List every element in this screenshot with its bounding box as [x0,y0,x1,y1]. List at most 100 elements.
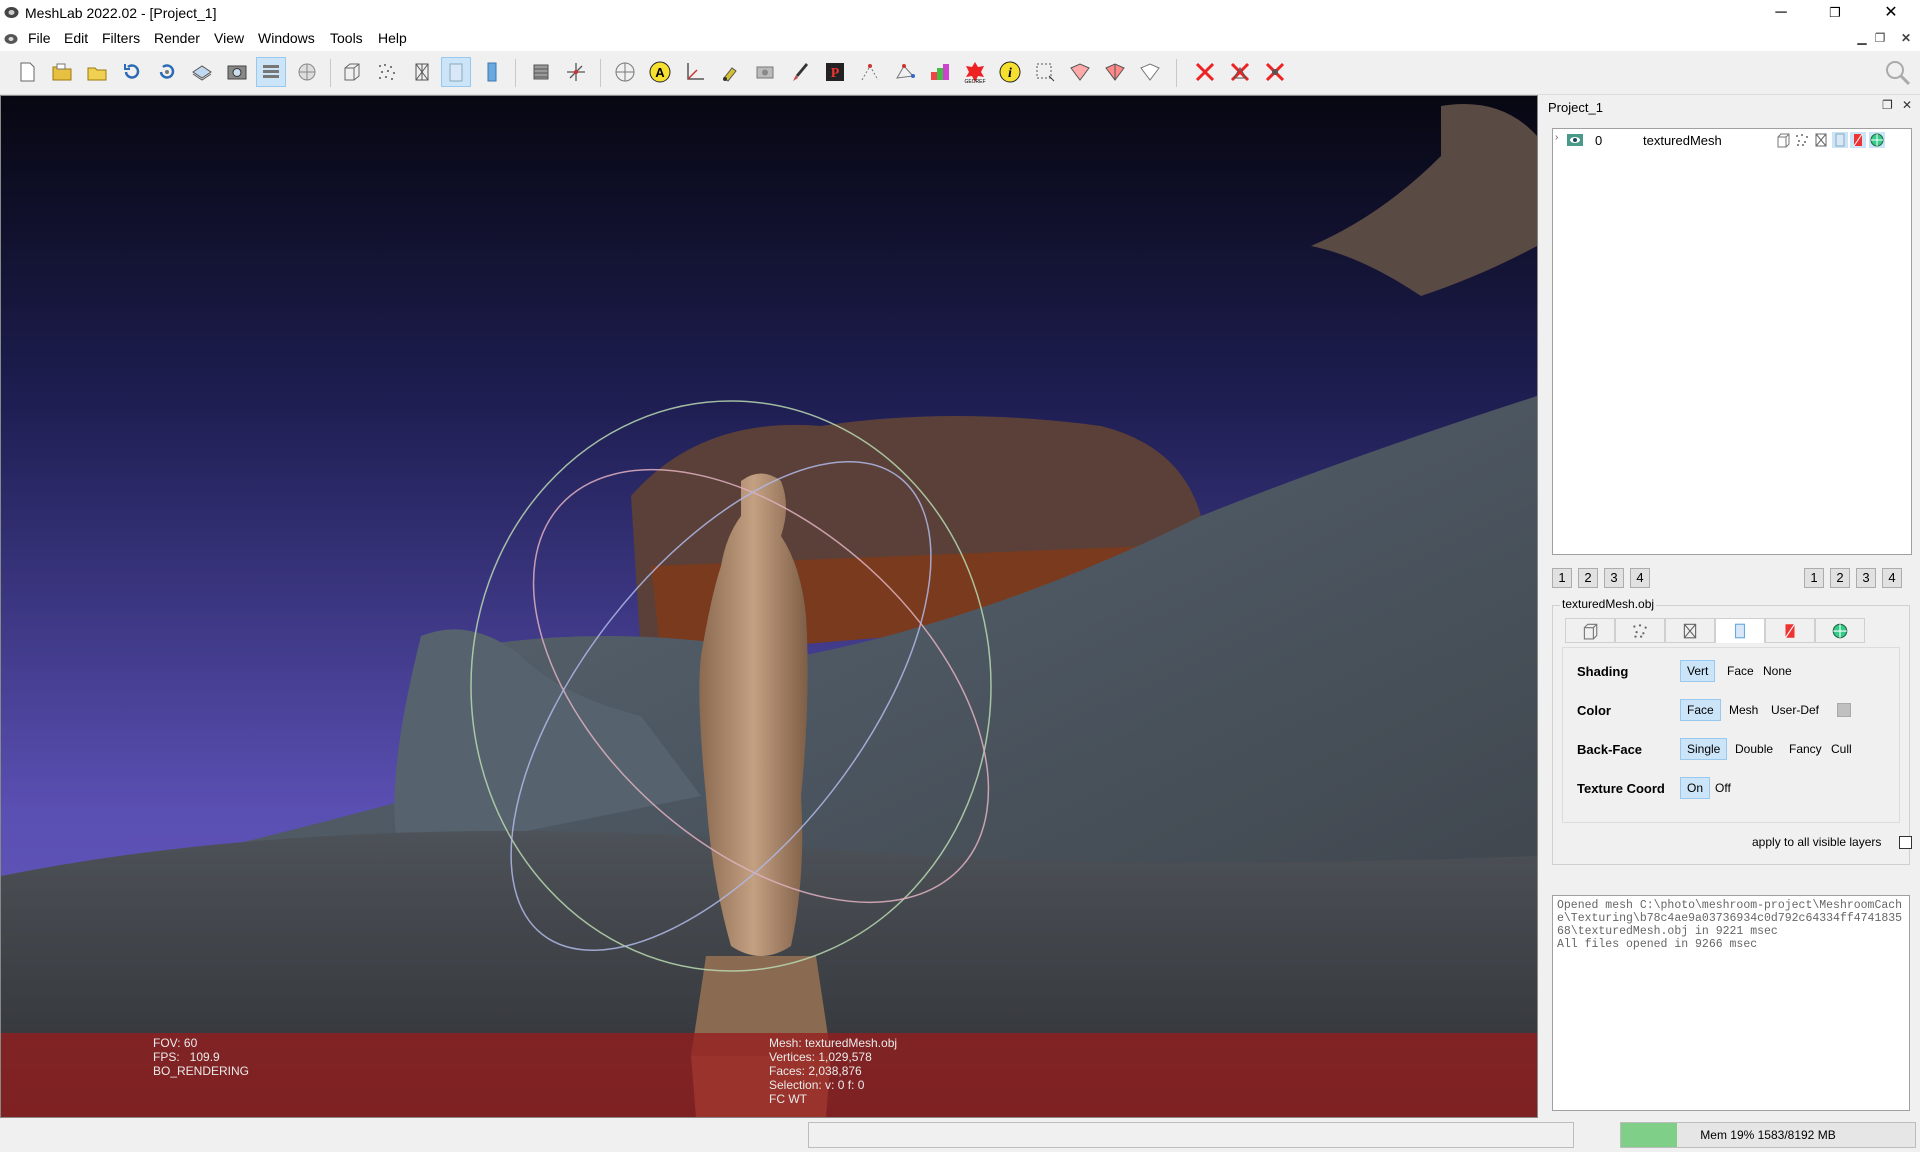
snapshot-icon[interactable] [222,57,252,87]
delete-selection-icon[interactable] [1260,57,1290,87]
texcoord-off-option[interactable]: Off [1709,778,1737,798]
layer-points-icon[interactable] [1794,132,1810,148]
backface-label: Back-Face [1577,742,1643,757]
layer-normals-icon[interactable] [1869,132,1885,148]
select-rect-icon[interactable] [1030,57,1060,87]
visibility-eye-icon[interactable] [1567,132,1583,148]
layer-bbox-icon[interactable] [1775,132,1791,148]
layer-view-3-button[interactable]: 3 [1604,568,1624,588]
points-icon[interactable] [372,57,402,87]
restore-button[interactable]: ❐ [1812,0,1858,27]
select-vertex-icon[interactable] [855,57,885,87]
render-view-1-button[interactable]: 1 [1804,568,1824,588]
smooth-shading-icon[interactable] [477,57,507,87]
backface-cull-option[interactable]: Cull [1825,739,1858,759]
brush-icon[interactable] [785,57,815,87]
raster-align-icon[interactable] [750,57,780,87]
log-line: Opened mesh C:\photo\meshroom-project\Me… [1557,899,1903,938]
delete-face-icon[interactable] [1225,57,1255,87]
layer-shading-icon[interactable] [1832,132,1848,148]
layer-texture-icon[interactable] [1850,132,1866,148]
menu-view[interactable]: View [212,30,246,46]
menu-help[interactable]: Help [376,30,409,46]
memory-text: Mem 19% 1583/8192 MB [1700,1128,1836,1142]
layers-icon[interactable] [256,57,286,87]
log-output: Opened mesh C:\photo\meshroom-project\Me… [1552,895,1910,1111]
overlay-vertices: Vertices: 1,029,578 [769,1050,872,1064]
bbox-icon[interactable] [337,57,367,87]
layer-view-1-button[interactable]: 1 [1552,568,1572,588]
quality-mapper-icon[interactable] [925,57,955,87]
select-draw-icon[interactable] [1100,57,1130,87]
panel-close-icon[interactable]: ✕ [1902,98,1912,112]
reload-all-icon[interactable] [152,57,182,87]
open-project-icon[interactable] [47,57,77,87]
light-icon[interactable] [526,57,556,87]
measure-icon[interactable] [610,57,640,87]
annotate-icon[interactable]: A [645,57,675,87]
pickpoints-icon[interactable]: P [820,57,850,87]
3d-viewport[interactable]: FOV: 60 FPS: 109.9 BO_RENDERING Mesh: te… [0,95,1538,1118]
render-view-3-button[interactable]: 3 [1856,568,1876,588]
tab-texture-icon[interactable] [1765,618,1815,643]
overlay-fps: FPS: 109.9 [153,1050,220,1064]
apply-all-checkbox[interactable] [1899,836,1912,849]
align-icon[interactable] [680,57,710,87]
tab-normals-icon[interactable] [1815,618,1865,643]
reload-icon[interactable] [117,57,147,87]
svg-text:i: i [1008,66,1012,81]
meshlab-app-icon [4,7,19,18]
menu-filters[interactable]: Filters [100,30,142,46]
tab-points-icon[interactable] [1615,618,1665,643]
shading-none-option[interactable]: None [1757,661,1798,681]
render-view-2-button[interactable]: 2 [1830,568,1850,588]
user-color-swatch[interactable] [1837,703,1851,717]
georef-icon[interactable]: GEOREF [960,57,990,87]
menu-tools[interactable]: Tools [328,30,365,46]
layer-view-2-button[interactable]: 2 [1578,568,1598,588]
mdi-close-icon[interactable]: ✕ [1898,30,1914,46]
shading-vert-option[interactable]: Vert [1680,660,1716,682]
tab-bbox-icon[interactable] [1565,618,1615,643]
tab-wireframe-icon[interactable] [1665,618,1715,643]
import-mesh-icon[interactable] [82,57,112,87]
texcoord-on-option[interactable]: On [1680,777,1711,799]
panel-float-icon[interactable]: ❐ [1882,98,1893,112]
wireframe-icon[interactable] [407,57,437,87]
backface-fancy-option[interactable]: Fancy [1783,739,1828,759]
menu-edit[interactable]: Edit [62,30,90,46]
mdi-minimize-icon[interactable]: ▁ [1854,30,1870,46]
select-face-icon[interactable] [890,57,920,87]
render-view-4-button[interactable]: 4 [1882,568,1902,588]
color-face-option[interactable]: Face [1680,699,1721,721]
shading-face-option[interactable]: Face [1721,661,1760,681]
select-z-icon[interactable] [1135,57,1165,87]
scene-render [1,96,1537,1117]
menu-file[interactable]: File [26,30,53,46]
layer-view-4-button[interactable]: 4 [1630,568,1650,588]
mdi-restore-icon[interactable]: ❐ [1872,30,1888,46]
color-userdef-option[interactable]: User-Def [1765,700,1825,720]
tab-shading-icon[interactable] [1715,618,1765,643]
layer-wireframe-icon[interactable] [1813,132,1829,148]
select-conn-icon[interactable] [1065,57,1095,87]
expand-arrow-icon[interactable]: › [1555,132,1558,143]
delete-vertex-icon[interactable] [1190,57,1220,87]
trackball-axes-icon[interactable] [561,57,591,87]
paint-icon[interactable] [715,57,745,87]
layer-name[interactable]: texturedMesh [1643,133,1722,148]
backface-double-option[interactable]: Double [1729,739,1779,759]
info-icon[interactable]: i [995,57,1025,87]
layer-row[interactable]: › 0 texturedMesh [1553,129,1911,151]
new-project-icon[interactable] [12,57,42,87]
menu-render[interactable]: Render [152,30,202,46]
export-mesh-icon[interactable] [187,57,217,87]
backface-single-option[interactable]: Single [1680,738,1728,760]
flat-shading-icon[interactable] [441,57,471,87]
minimize-button[interactable]: ─ [1758,0,1804,27]
raster-layers-icon[interactable] [292,57,322,87]
search-icon[interactable] [1884,59,1912,87]
color-mesh-option[interactable]: Mesh [1723,700,1764,720]
menu-windows[interactable]: Windows [256,30,317,46]
close-button[interactable]: ✕ [1868,0,1914,27]
